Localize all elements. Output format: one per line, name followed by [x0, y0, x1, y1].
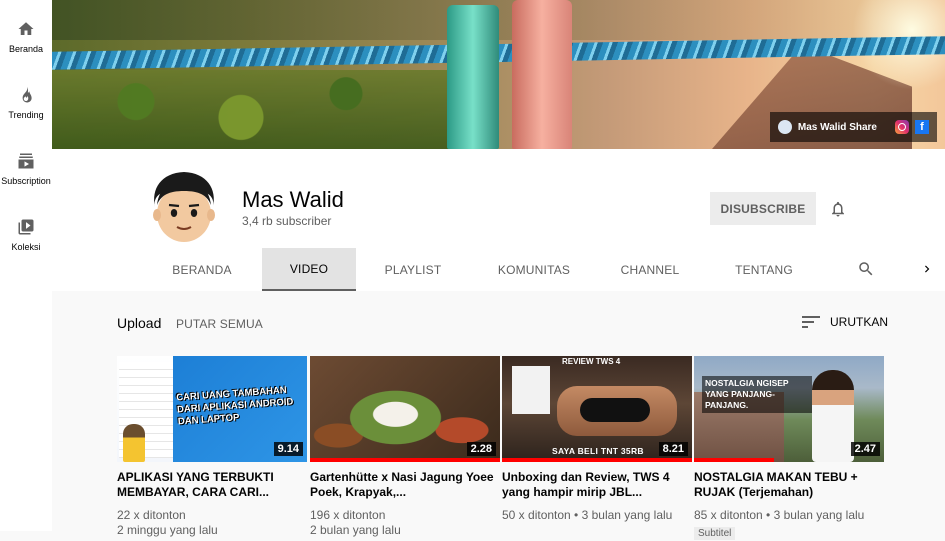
banner-clothespin — [512, 0, 572, 149]
search-icon[interactable] — [857, 260, 875, 278]
video-duration: 2.28 — [466, 442, 496, 456]
sort-button[interactable]: URUTKAN — [802, 315, 888, 329]
video-views: 196 x ditonton — [310, 508, 386, 522]
sidebar-item-label: Trending — [8, 110, 44, 120]
fire-icon — [22, 86, 32, 103]
watched-progress — [502, 458, 692, 462]
thumbnail-caption: NOSTALGIA NGISEP YANG PANJANG-PANJANG. — [702, 376, 812, 413]
banner-link-avatar-icon — [777, 120, 792, 134]
thumbnail-product-box — [512, 366, 550, 414]
sidebar-item-label: Beranda — [8, 44, 44, 54]
watched-progress — [310, 458, 500, 462]
video-views: 50 x ditonton • 3 bulan yang lalu — [502, 508, 673, 522]
subscriptions-icon — [18, 153, 34, 169]
instagram-icon[interactable] — [895, 120, 909, 134]
sidebar-item-subscription[interactable]: Subscription — [0, 132, 52, 198]
uploads-toolbar: Upload PUTAR SEMUA URUTKAN — [117, 315, 897, 335]
tab-komunitas[interactable]: KOMUNITAS — [470, 248, 598, 291]
play-all-button[interactable]: PUTAR SEMUA — [176, 317, 263, 331]
video-thumbnail[interactable]: 2.28 — [310, 356, 500, 462]
thumbnail-caption: SAYA BELI TNT 35RB — [552, 446, 644, 456]
video-age: 3 bulan yang lalu — [773, 508, 865, 522]
subscriber-count: 3,4 rb subscriber — [242, 214, 332, 228]
video-item: NOSTALGIA NGISEP YANG PANJANG-PANJANG. 2… — [694, 356, 884, 541]
sidebar-item-label: Koleksi — [11, 242, 41, 252]
banner-foliage — [52, 70, 472, 149]
channel-avatar[interactable] — [149, 169, 219, 243]
tab-video[interactable]: VIDEO — [262, 248, 356, 291]
sort-icon — [802, 316, 820, 328]
tab-playlist[interactable]: PLAYLIST — [356, 248, 470, 291]
library-icon — [18, 219, 34, 235]
banner-clothespin — [447, 5, 499, 149]
video-thumbnail[interactable]: CARI UANG TAMBAHAN DARI APLIKASI ANDROID… — [117, 356, 307, 462]
channel-name: Mas Walid — [242, 187, 344, 212]
sidebar-item-label: Subscription — [1, 176, 51, 186]
sidebar-item-trending[interactable]: Trending — [0, 66, 52, 132]
video-title[interactable]: Unboxing dan Review, TWS 4 yang hampir m… — [502, 470, 692, 500]
uploads-heading[interactable]: Upload — [117, 315, 161, 331]
video-item: 2.28 Gartenhütte x Nasi Jagung Yoee Poek… — [310, 356, 500, 538]
sort-label: URUTKAN — [830, 315, 889, 329]
chevron-right-icon[interactable] — [920, 261, 934, 277]
facebook-icon[interactable]: f — [915, 120, 929, 134]
video-thumbnail[interactable]: REVIEW TWS 4 SAYA BELI TNT 35RB 8.21 — [502, 356, 692, 462]
tab-beranda[interactable]: BERANDA — [142, 248, 262, 291]
video-duration: 8.21 — [658, 442, 688, 456]
tab-channel[interactable]: CHANNEL — [598, 248, 702, 291]
channel-tabs: BERANDA VIDEO PLAYLIST KOMUNITAS CHANNEL… — [142, 248, 826, 291]
video-age: 3 bulan yang lalu — [581, 508, 673, 522]
video-item: CARI UANG TAMBAHAN DARI APLIKASI ANDROID… — [117, 356, 307, 538]
video-duration: 2.47 — [850, 442, 880, 456]
video-title[interactable]: APLIKASI YANG TERBUKTI MEMBAYAR, CARA CA… — [117, 470, 307, 500]
tab-tentang[interactable]: TENTANG — [702, 248, 826, 291]
bell-icon[interactable] — [829, 199, 847, 219]
watched-progress — [694, 458, 774, 462]
video-title[interactable]: Gartenhütte x Nasi Jagung Yoee Poek, Kra… — [310, 470, 500, 500]
banner-links: Mas Walid Share f — [769, 112, 937, 142]
video-thumbnail[interactable]: NOSTALGIA NGISEP YANG PANJANG-PANJANG. 2… — [694, 356, 884, 462]
banner-link[interactable]: Mas Walid Share — [798, 122, 877, 133]
video-item: REVIEW TWS 4 SAYA BELI TNT 35RB 8.21 Unb… — [502, 356, 692, 523]
sidebar-item-koleksi[interactable]: Koleksi — [0, 198, 52, 264]
subtitle-badge: Subtitel — [694, 527, 736, 540]
video-views-count: 85 x ditonton — [694, 508, 763, 522]
thumbnail-earbuds — [580, 398, 650, 422]
thumbnail-person — [812, 370, 854, 462]
channel-header: Mas Walid 3,4 rb subscriber DISUBSCRIBE … — [52, 149, 945, 291]
home-icon — [18, 22, 34, 35]
video-title[interactable]: NOSTALGIA MAKAN TEBU + RUJAK (Terjemahan… — [694, 470, 884, 500]
sidebar-item-beranda[interactable]: Beranda — [0, 0, 52, 66]
thumbnail-person — [123, 424, 145, 462]
sidebar: Beranda Trending Subscription Koleksi — [0, 0, 52, 531]
video-duration: 9.14 — [273, 442, 303, 456]
subscribed-button[interactable]: DISUBSCRIBE — [710, 192, 816, 225]
video-views: 85 x ditonton • 3 bulan yang lalu — [694, 508, 865, 522]
channel-banner: Mas Walid Share f — [52, 0, 945, 149]
thumbnail-caption-top: REVIEW TWS 4 — [562, 357, 621, 366]
video-views-count: 50 x ditonton — [502, 508, 571, 522]
video-views: 22 x ditonton — [117, 508, 186, 522]
